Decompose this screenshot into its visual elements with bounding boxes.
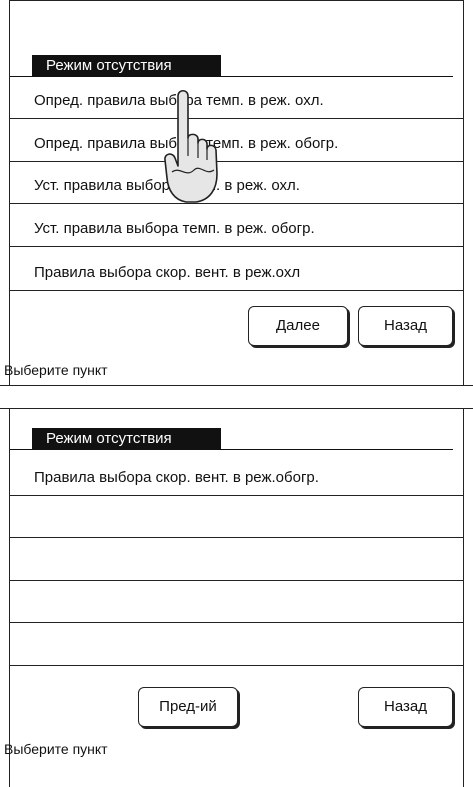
next-button[interactable]: Далее <box>248 306 348 346</box>
menu-item-empty <box>10 587 463 623</box>
back-button[interactable]: Назад <box>358 306 453 346</box>
previous-button[interactable]: Пред-ий <box>138 687 238 727</box>
menu-item-label: Уст. правила выбора темп. в реж. обогр. <box>34 220 315 237</box>
page-title: Режим отсутствия <box>32 55 221 76</box>
menu-item-heating-temp-rules[interactable]: Опред. правила выбора темп. в реж. обогр… <box>10 126 463 162</box>
status-text: Выберите пункт <box>4 362 108 378</box>
menu-item-set-cooling-temp-rules[interactable]: Уст. правила выбора темп. в реж. охл. <box>10 168 463 204</box>
menu-item-label: Правила выбора скор. вент. в реж.обогр. <box>34 469 319 486</box>
screen-1: Режим отсутствия Опред. правила выбора т… <box>4 0 464 385</box>
menu-item-label: Правила выбора скор. вент. в реж.охл <box>34 264 301 281</box>
menu-item-set-heating-temp-rules[interactable]: Уст. правила выбора темп. в реж. обогр. <box>10 211 463 247</box>
menu-item-empty <box>10 545 463 581</box>
screen-2: Режим отсутствия Правила выбора скор. ве… <box>4 408 464 787</box>
back-button[interactable]: Назад <box>358 687 453 727</box>
header-divider <box>10 76 453 77</box>
header-divider <box>10 449 453 450</box>
hand-pointer-icon <box>160 86 224 211</box>
status-text: Выберите пункт <box>4 741 108 757</box>
menu-item-cooling-fan-rules[interactable]: Правила выбора скор. вент. в реж.охл <box>10 255 463 291</box>
screen-separator <box>0 385 473 386</box>
menu-item-cooling-temp-rules[interactable]: Опред. правила выбора темп. в реж. охл. <box>10 83 463 119</box>
menu-item-empty <box>10 630 463 666</box>
page-title: Режим отсутствия <box>32 428 221 449</box>
menu-item-heating-fan-rules[interactable]: Правила выбора скор. вент. в реж.обогр. <box>10 460 463 496</box>
menu-item-empty <box>10 502 463 538</box>
